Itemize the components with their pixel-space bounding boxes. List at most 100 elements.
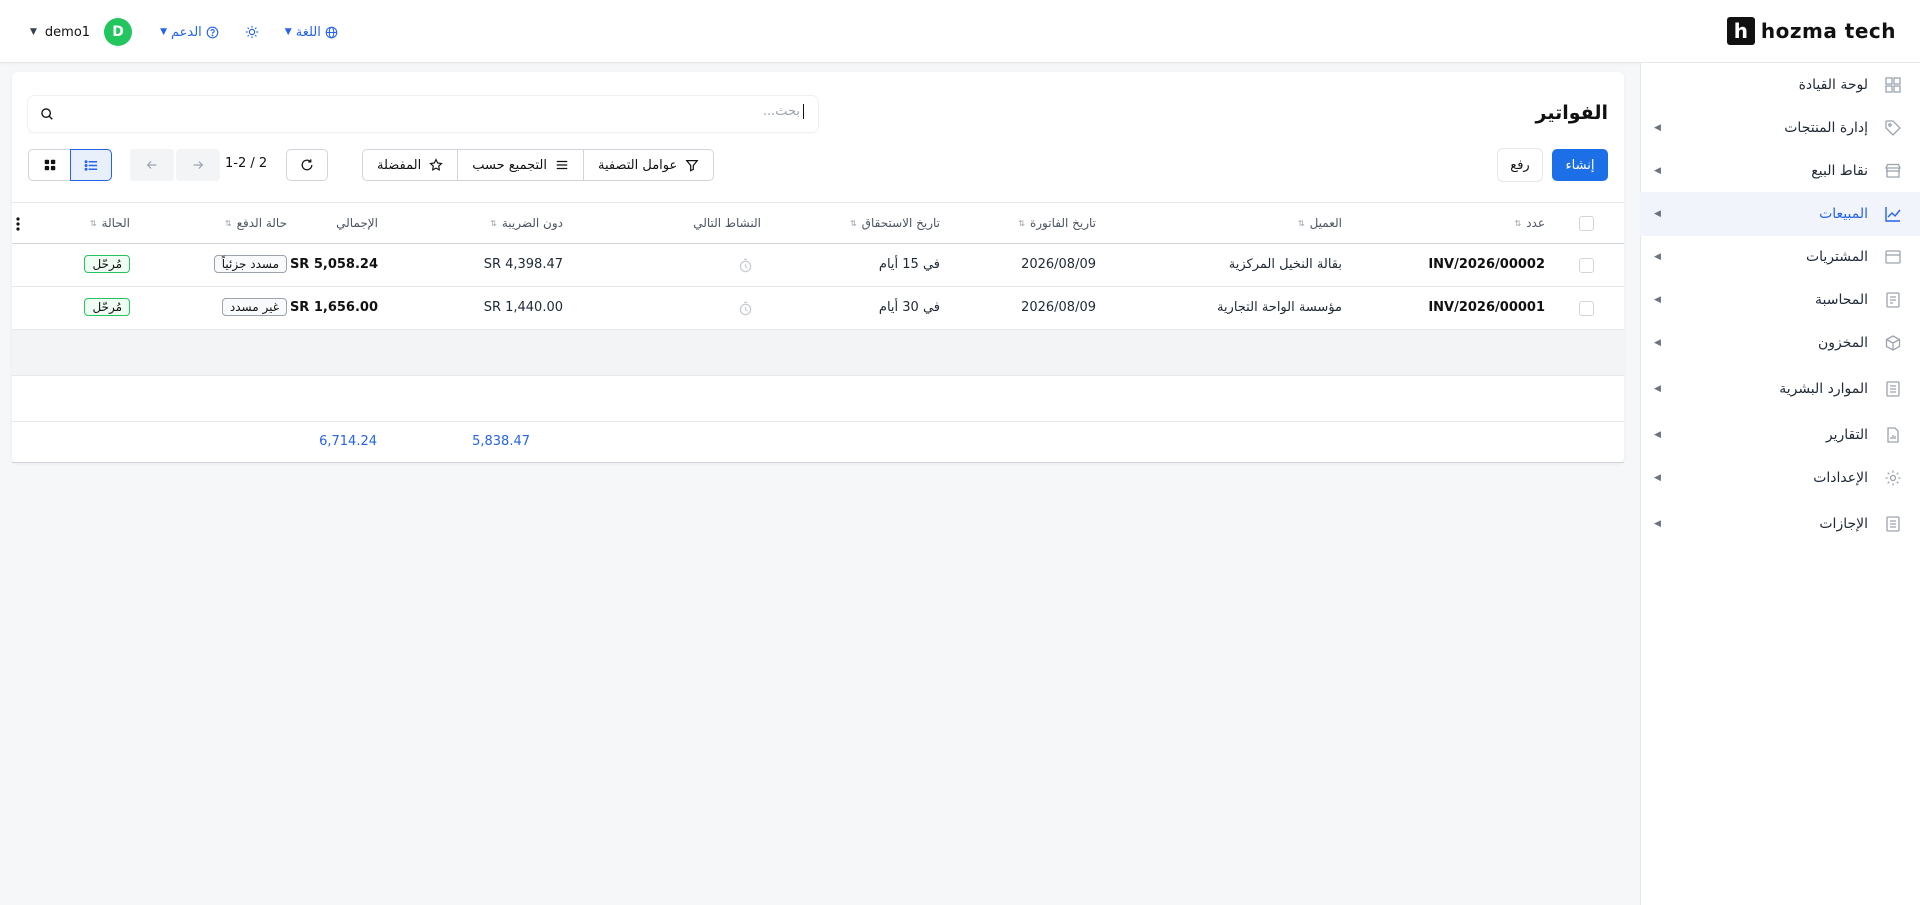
select-all-checkbox[interactable] (1579, 216, 1594, 231)
refresh-icon (301, 159, 313, 171)
column-invoice-date[interactable]: تاريخ الفاتورة ⇅ (1018, 216, 1096, 230)
due-date: في 30 أيام (878, 300, 940, 315)
avatar[interactable]: D (104, 18, 133, 46)
favorites-label: المفضلة (377, 157, 422, 173)
wallet-icon (1885, 250, 1901, 264)
sidebar-item-products[interactable]: إدارة المنتجات ◀ (1640, 106, 1920, 150)
column-payment-status[interactable]: حالة الدفع ⇅ (225, 216, 287, 230)
upload-button[interactable]: رفع (1498, 149, 1542, 181)
chart-line-icon (1885, 207, 1901, 222)
sidebar-item-label: نقاط البيع (1811, 163, 1868, 179)
dashboard-icon (1885, 77, 1901, 93)
payment-status-badge: مسدد جزئياً (213, 255, 287, 273)
column-customer[interactable]: العميل ⇅ (1298, 216, 1342, 230)
sort-icon: ⇅ (1514, 218, 1521, 228)
clock-icon[interactable] (738, 301, 753, 316)
refresh-button[interactable] (286, 149, 328, 181)
empty-row (12, 330, 1624, 376)
column-label: الإجمالي (336, 216, 378, 230)
expand-arrow-icon[interactable]: ◀ (1654, 123, 1661, 133)
box-icon (1885, 335, 1901, 351)
column-total[interactable]: الإجمالي (336, 216, 378, 230)
column-number[interactable]: عدد ⇅ (1514, 216, 1545, 230)
logo-mark: h (1726, 17, 1755, 45)
sidebar-item-label: المشتريات (1805, 249, 1868, 265)
sidebar-item-accounting[interactable]: المحاسبة ◀ (1640, 278, 1920, 322)
total-amount: SR 1,656.00 (289, 300, 378, 315)
row-checkbox[interactable] (1579, 301, 1594, 316)
clock-icon[interactable] (738, 258, 753, 273)
arrow-left-icon (146, 161, 157, 169)
column-untaxed[interactable]: دون الضريبة ⇅ (490, 216, 563, 230)
next-page-button[interactable] (176, 149, 220, 181)
expand-arrow-icon[interactable]: ◀ (1654, 295, 1661, 305)
invoice-date: 2026/08/09 (1021, 257, 1096, 272)
expand-arrow-icon[interactable]: ◀ (1654, 338, 1661, 348)
grid-icon (44, 159, 55, 171)
globe-icon (325, 26, 338, 38)
sidebar-item-label: الإجازات (1819, 516, 1868, 532)
user-name[interactable]: demo1 (45, 25, 90, 40)
column-options-icon[interactable] (16, 217, 20, 231)
language-label: اللغة (295, 24, 321, 40)
payment-status-badge: غير مسدد (221, 298, 287, 316)
report-icon (1887, 427, 1899, 443)
column-due-date[interactable]: تاريخ الاستحقاق ⇅ (850, 216, 940, 230)
sidebar-item-label: لوحة القيادة (1798, 77, 1868, 93)
table-row[interactable]: INV/2026/00001 مؤسسة الواحة التجارية 202… (12, 287, 1624, 330)
sort-icon: ⇅ (490, 218, 497, 228)
sidebar-item-sales[interactable]: المبيعات ◀ (1640, 192, 1920, 236)
ledger-icon (1886, 292, 1900, 308)
group-by-label: التجميع حسب (472, 157, 547, 173)
group-by-button[interactable]: التجميع حسب (457, 150, 583, 180)
search-icon[interactable] (40, 107, 54, 121)
sidebar-item-leaves[interactable]: الإجازات ◀ (1640, 502, 1920, 546)
search-options-group: عوامل التصفية التجميع حسب المفضلة (362, 149, 715, 181)
expand-arrow-icon[interactable]: ◀ (1654, 473, 1661, 483)
search-box[interactable] (28, 96, 818, 132)
expand-arrow-icon[interactable]: ◀ (1654, 430, 1661, 440)
sidebar-item-reports[interactable]: التقارير ◀ (1640, 413, 1920, 457)
grand-total: 6,714.24 (319, 434, 377, 449)
column-status[interactable]: الحالة ⇅ (90, 216, 130, 230)
expand-arrow-icon[interactable]: ◀ (1654, 519, 1661, 529)
table-row[interactable]: INV/2026/00002 بقالة النخيل المركزية 202… (12, 244, 1624, 287)
support-menu[interactable]: ▼ الدعم (160, 25, 219, 40)
create-button[interactable]: إنشاء (1552, 149, 1608, 181)
brand-logo[interactable]: h hozma tech (1726, 17, 1896, 45)
top-actions: ▼ demo1 D ▼ الدعم ▼ اللغة (30, 17, 338, 47)
column-label: النشاط التالي (693, 216, 761, 230)
language-menu[interactable]: ▼ اللغة (285, 25, 338, 40)
list-view-button[interactable] (70, 149, 112, 181)
sidebar-item-dashboard[interactable]: لوحة القيادة (1640, 63, 1920, 107)
favorites-button[interactable]: المفضلة (363, 150, 457, 180)
user-menu-caret-icon[interactable]: ▼ (30, 27, 37, 37)
expand-arrow-icon[interactable]: ◀ (1654, 252, 1661, 262)
expand-arrow-icon[interactable]: ◀ (1654, 166, 1661, 176)
sidebar-item-settings[interactable]: الإعدادات ◀ (1640, 456, 1920, 500)
previous-page-button[interactable] (130, 149, 174, 181)
search-input[interactable] (64, 104, 804, 119)
kanban-view-button[interactable] (28, 149, 70, 181)
expand-arrow-icon[interactable]: ◀ (1654, 209, 1661, 219)
expand-arrow-icon[interactable]: ◀ (1654, 384, 1661, 394)
list-lines-icon (556, 160, 568, 170)
sidebar-item-label: الموارد البشرية (1779, 381, 1868, 397)
sort-icon: ⇅ (849, 218, 857, 228)
sidebar-item-inventory[interactable]: المخزون ◀ (1640, 321, 1920, 365)
arrow-right-icon (193, 161, 204, 169)
sidebar-item-label: التقارير (1825, 427, 1868, 443)
row-checkbox[interactable] (1579, 258, 1594, 273)
table-header: عدد ⇅ العميل ⇅ تاريخ الفاتورة ⇅ تاريخ الاست… (12, 202, 1624, 244)
sidebar-item-pos[interactable]: نقاط البيع ◀ (1640, 149, 1920, 193)
sidebar-item-purchases[interactable]: المشتريات ◀ (1640, 235, 1920, 279)
filters-button[interactable]: عوامل التصفية (583, 150, 713, 180)
invoices-panel: الفواتير إنشاء رفع عوامل التصفية التجميع… (12, 72, 1624, 463)
pager-value[interactable]: 1-2 / 2 (225, 156, 267, 171)
support-label: الدعم (170, 24, 202, 40)
theme-toggle-sun-icon[interactable] (245, 25, 259, 39)
list-icon (84, 159, 97, 171)
column-next-activity[interactable]: النشاط التالي (693, 216, 761, 230)
sort-icon: ⇅ (1297, 218, 1305, 228)
sidebar-item-hr[interactable]: الموارد البشرية ◀ (1640, 367, 1920, 411)
